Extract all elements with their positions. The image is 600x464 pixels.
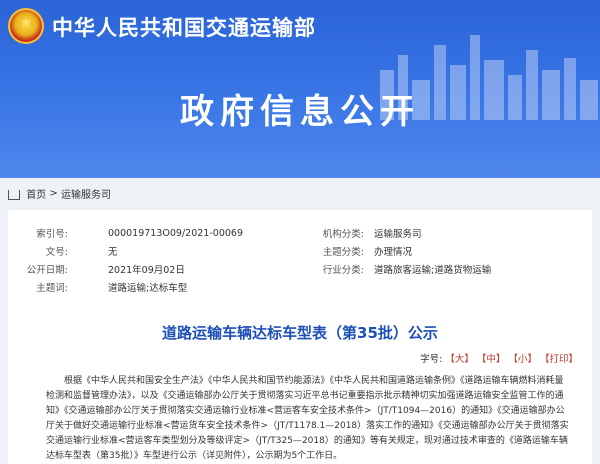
metadata-row: 公开日期: 2021年09月02日 行业分类: 道路旅客运输;道路货物运输 — [8, 260, 592, 278]
metadata-row: 主题词: 道路运输;达标车型 — [8, 278, 592, 296]
docno-label: 文号: — [45, 247, 68, 258]
org-value: 运输服务司 — [374, 229, 422, 240]
header-banner: ★ 中华人民共和国交通运输部 政府信息公开 — [0, 0, 600, 178]
date-value: 2021年09月02日 — [108, 265, 185, 276]
print-button[interactable]: 【打印】 — [540, 354, 578, 365]
font-size-label: 字号: — [420, 354, 443, 365]
industry-value: 道路旅客运输;道路货物运输 — [374, 265, 492, 276]
ministry-name[interactable]: 中华人民共和国交通运输部 — [52, 12, 316, 42]
article-body: 根据《中华人民共和国安全生产法》《中华人民共和国节约能源法》《中华人民共和国道路… — [46, 376, 569, 461]
font-large-button[interactable]: 【大】 — [445, 354, 474, 365]
topic-value: 办理情况 — [374, 247, 413, 258]
topic-label: 主题分类: — [322, 247, 364, 258]
metadata-row: 索引号: 000019713O09/2021-00069 机构分类: 运输服务司 — [8, 224, 592, 242]
font-medium-button[interactable]: 【中】 — [477, 354, 506, 365]
industry-label: 行业分类: — [322, 265, 364, 276]
date-label: 公开日期: — [26, 265, 68, 276]
metadata-table: 索引号: 000019713O09/2021-00069 机构分类: 运输服务司… — [8, 224, 592, 296]
breadcrumb-home-link[interactable]: 首页 — [26, 190, 46, 201]
breadcrumb-current-link[interactable]: 运输服务司 — [61, 190, 111, 201]
home-icon — [8, 189, 20, 200]
breadcrumb: 首页 > 运输服务司 — [8, 186, 592, 208]
breadcrumb-separator: > — [49, 188, 58, 199]
index-value: 000019713O09/2021-00069 — [108, 227, 243, 239]
org-label: 机构分类: — [322, 229, 364, 240]
article-title: 道路运输车辆达标车型表（第35批）公示 — [162, 324, 438, 342]
national-emblem-icon: ★ — [8, 8, 44, 44]
subject-value: 道路运输;达标车型 — [108, 283, 188, 294]
subject-label: 主题词: — [36, 283, 68, 294]
index-label: 索引号: — [36, 229, 68, 240]
docno-value: 无 — [108, 247, 118, 258]
section-title: 政府信息公开 — [180, 92, 420, 132]
metadata-row: 文号: 无 主题分类: 办理情况 — [8, 242, 592, 260]
font-size-controls: 字号: 【大】 【中】 【小】 【打印】 — [420, 351, 578, 365]
font-small-button[interactable]: 【小】 — [508, 354, 537, 365]
article-panel: 索引号: 000019713O09/2021-00069 机构分类: 运输服务司… — [8, 210, 592, 464]
